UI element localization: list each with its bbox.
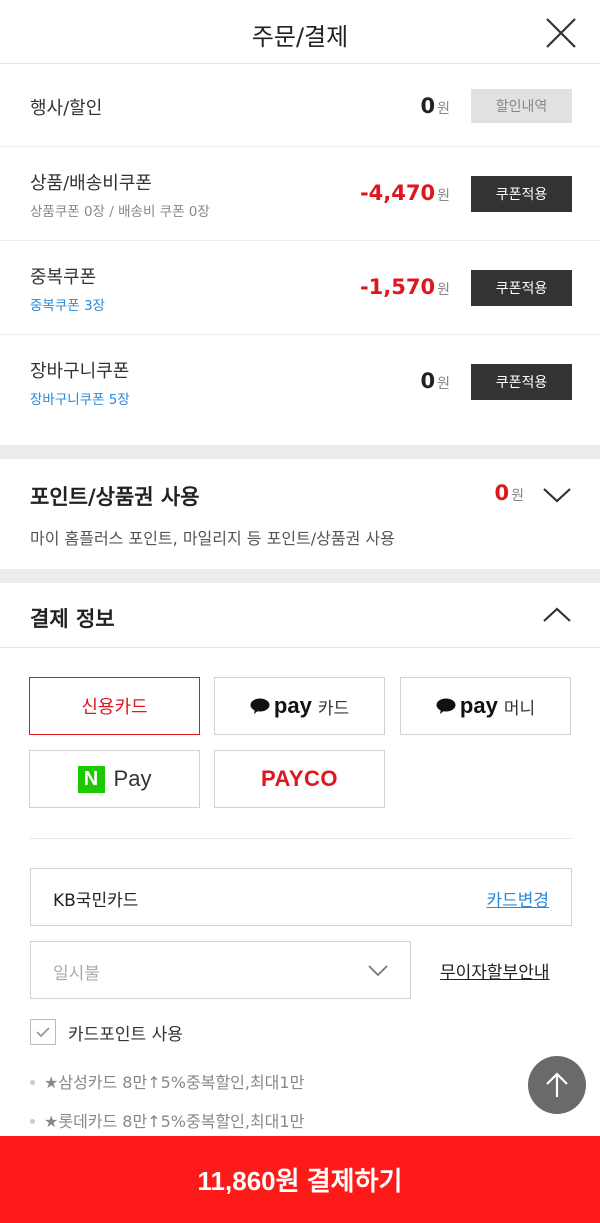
discount-row-event: 행사/할인 0원 할인내역 [0, 64, 600, 147]
apply-coupon-button[interactable]: 쿠폰적용 [471, 270, 572, 306]
pay-method-kakaopay-card[interactable]: pay 카드 [214, 677, 385, 735]
discount-row-product-coupon: 상품/배송비쿠폰 상품쿠폰 0장 / 배송비 쿠폰 0장 -4,470 원 쿠폰적… [0, 147, 600, 241]
pay-method-payco[interactable]: PAYCO [214, 750, 385, 808]
row-sub[interactable]: 중복쿠폰 3장 [30, 294, 105, 314]
section-gap [0, 445, 600, 459]
kakaopay-logo: pay 머니 [436, 693, 535, 719]
row-label: 상품/배송비쿠폰 [30, 173, 152, 194]
pay-submit-button[interactable]: 11,860원 결제하기 [0, 1136, 600, 1223]
row-amount: -4,470 원 [359, 181, 450, 205]
card-selector: KB국민카드 카드변경 [30, 868, 572, 926]
speech-bubble-icon [250, 698, 270, 714]
pay-method-kakaopay-money[interactable]: pay 머니 [400, 677, 571, 735]
pay-submit-label: 11,860원 결제하기 [197, 1166, 403, 1196]
scroll-to-top-button[interactable] [528, 1056, 586, 1114]
payment-info-title: 결제 정보 [30, 607, 115, 631]
row-label: 중복쿠폰 [30, 267, 97, 288]
pay-method-npay[interactable]: N Pay [29, 750, 200, 808]
row-label: 장바구니쿠폰 [30, 361, 130, 382]
section-gap [0, 569, 600, 583]
row-label: 행사/할인 [30, 98, 103, 119]
points-description: 마이 홈플러스 포인트, 마일리지 등 포인트/상품권 사용 [30, 529, 395, 548]
pay-method-credit-card[interactable]: 신용카드 [29, 677, 200, 735]
change-card-link[interactable]: 카드변경 [486, 886, 549, 911]
chevron-down-icon [368, 963, 388, 977]
chevron-down-icon[interactable] [542, 486, 572, 504]
promo-item: ★롯데카드 8만↑5%중복할인,최대1만 [30, 1108, 304, 1132]
kakaopay-logo: pay 카드 [250, 693, 349, 719]
payco-logo: PAYCO [260, 766, 339, 791]
points-title: 포인트/상품권 사용 [30, 485, 200, 509]
speech-bubble-icon [436, 698, 456, 714]
pay-method-label: 신용카드 [81, 697, 148, 718]
card-point-checkbox[interactable] [30, 1019, 56, 1045]
apply-coupon-button[interactable]: 쿠폰적용 [471, 176, 572, 212]
divider [0, 647, 600, 648]
naver-n-icon: N [77, 765, 105, 793]
discount-row-cart-coupon: 장바구니쿠폰 장바구니쿠폰 5장 0원 쿠폰적용 [0, 335, 600, 445]
page-title: 주문/결제 [251, 23, 349, 51]
chevron-up-icon[interactable] [542, 606, 572, 624]
row-amount: -1,570 원 [359, 275, 450, 299]
divider [30, 838, 572, 839]
header: 주문/결제 [0, 0, 600, 64]
points-amount: 0원 [494, 481, 524, 505]
discount-row-duplicate-coupon: 중복쿠폰 중복쿠폰 3장 -1,570 원 쿠폰적용 [0, 241, 600, 335]
row-amount: 0원 [420, 369, 450, 393]
arrow-up-icon [546, 1072, 568, 1097]
close-icon[interactable] [544, 16, 578, 50]
row-amount: 0원 [420, 94, 450, 118]
row-sub[interactable]: 장바구니쿠폰 5장 [30, 388, 130, 408]
checkmark-icon [36, 1027, 50, 1038]
bullet-icon [30, 1118, 35, 1124]
installment-value: 일시불 [53, 964, 100, 984]
interest-free-info-link[interactable]: 무이자할부안내 [440, 958, 549, 983]
card-name: KB국민카드 [53, 891, 139, 911]
discount-history-button[interactable]: 할인내역 [471, 89, 572, 123]
bullet-icon [30, 1079, 35, 1085]
card-point-label: 카드포인트 사용 [68, 1025, 183, 1045]
npay-logo: N Pay [77, 765, 151, 793]
apply-coupon-button[interactable]: 쿠폰적용 [471, 364, 572, 400]
promo-item: ★삼성카드 8만↑5%중복할인,최대1만 [30, 1069, 304, 1093]
row-sub: 상품쿠폰 0장 / 배송비 쿠폰 0장 [30, 204, 210, 220]
installment-select[interactable]: 일시불 [30, 941, 411, 999]
